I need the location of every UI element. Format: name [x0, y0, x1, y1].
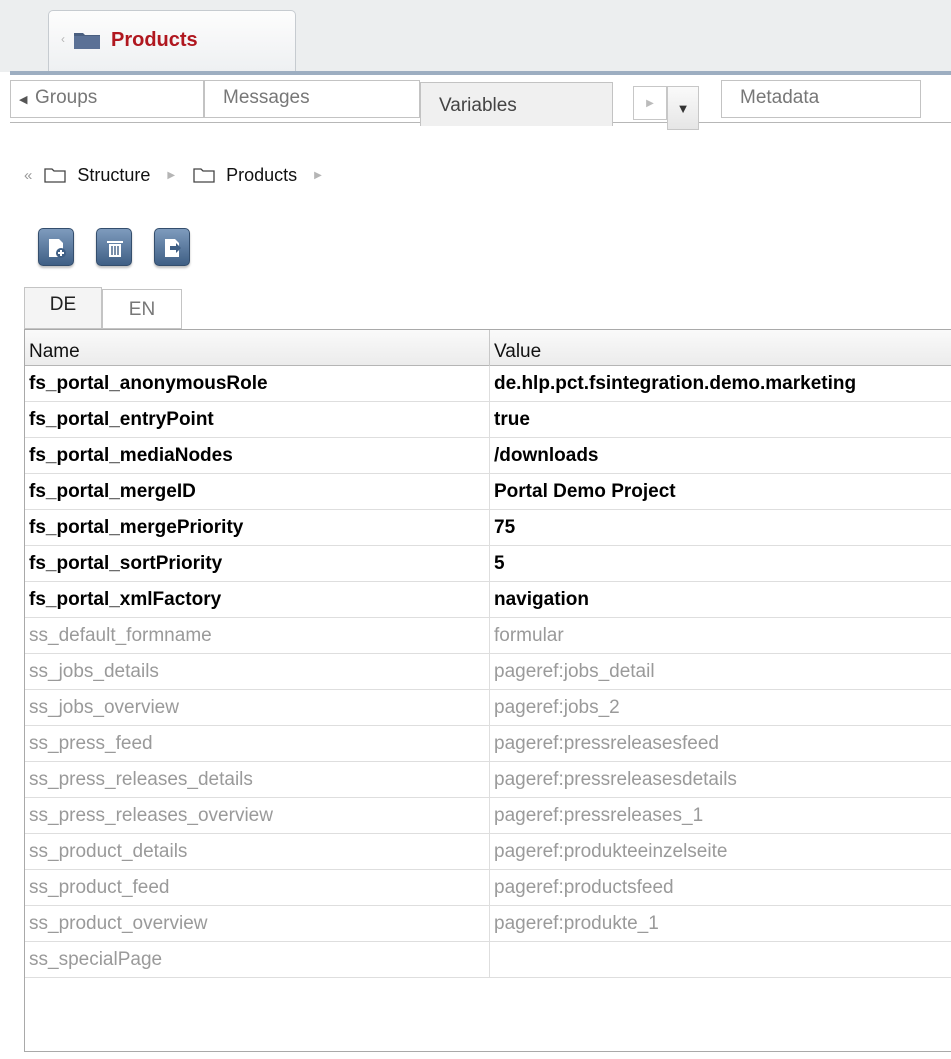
table-row[interactable]: ss_product_overview pageref:produkte_1 [25, 906, 951, 942]
table-row[interactable]: fs_portal_anonymousRole de.hlp.pct.fsinte… [25, 366, 951, 402]
table-row[interactable]: ss_press_releases_details pageref:pressre… [25, 762, 951, 798]
breadcrumb: « Structure ▶ Products ▶ [24, 163, 340, 187]
breadcrumb-separator-icon: ▶ [167, 169, 176, 181]
folder-outline-icon [193, 168, 215, 183]
value-cell[interactable]: pageref:pressreleasesfeed [489, 726, 951, 762]
value-cell[interactable]: 5 [489, 546, 951, 582]
table-row[interactable]: fs_portal_xmlFactory navigation [25, 582, 951, 618]
table-row[interactable]: ss_jobs_details pageref:jobs_detail [25, 654, 951, 690]
delete-icon [107, 241, 123, 257]
tab-messages-label: Messages [223, 87, 310, 108]
double-chevron-left-icon[interactable]: « [24, 167, 32, 184]
tab-groups[interactable]: ◀ Groups [10, 80, 204, 118]
variables-table: Name Value fs_portal_anonymousRole de.hlp… [24, 329, 951, 1052]
name-cell[interactable]: ss_default_formname [25, 618, 489, 654]
name-cell[interactable]: fs_portal_mergeID [25, 474, 489, 510]
secondary-tab-bar: ◀ Groups Messages Variables ▶ ▼ Metadata [10, 76, 951, 132]
tab-scroll-left-icon[interactable]: ‹ [61, 32, 65, 46]
table-row[interactable]: fs_portal_mediaNodes/downloads [25, 438, 951, 474]
table-row[interactable]: ss_jobs_overview pageref:jobs_2 [25, 690, 951, 726]
export-button[interactable] [154, 228, 190, 266]
export-icon [165, 239, 181, 257]
tab-variables-label: Variables [439, 95, 517, 116]
folder-icon [74, 33, 100, 49]
table-row[interactable]: ss_default_formname formular [25, 618, 951, 654]
table-row[interactable]: ss_specialPage [25, 942, 951, 978]
value-cell[interactable]: Portal Demo Project [489, 474, 951, 510]
value-cell[interactable]: formular [489, 618, 951, 654]
tab-messages[interactable]: Messages [204, 80, 420, 118]
name-cell[interactable]: fs_portal_anonymousRole [25, 366, 489, 402]
value-cell[interactable]: pageref:jobs_2 [489, 690, 951, 726]
chevron-down-icon: ▼ [676, 100, 690, 116]
tab-de[interactable]: DE [24, 287, 102, 329]
folder-outline-icon [44, 168, 66, 183]
table-header: Name Value [25, 330, 951, 366]
table-row[interactable]: ss_press_feed pageref:pressreleasesfeed [25, 726, 951, 762]
add-entry-icon [49, 239, 66, 258]
tab-en[interactable]: EN [102, 289, 182, 329]
table-row[interactable]: fs_portal_sortPriority 5 [25, 546, 951, 582]
table-row[interactable]: ss_product_feed pageref:productsfeed [25, 870, 951, 906]
breadcrumb-item-structure[interactable]: Structure [77, 165, 150, 186]
value-cell[interactable]: pageref:jobs_detail [489, 654, 951, 690]
scroll-left-icon[interactable]: ◀ [19, 93, 27, 106]
value-cell[interactable]: pageref:produkteeinzelseite [489, 834, 951, 870]
column-header-name[interactable]: Name [25, 330, 489, 366]
table-body: fs_portal_anonymousRole de.hlp.pct.fsinte… [25, 366, 951, 978]
scroll-right-button[interactable]: ▶ [633, 86, 667, 120]
name-cell[interactable]: ss_jobs_details [25, 654, 489, 690]
value-cell[interactable]: pageref:productsfeed [489, 870, 951, 906]
name-cell[interactable]: ss_jobs_overview [25, 690, 489, 726]
table-row[interactable]: ss_product_details pageref:produkteeinzel… [25, 834, 951, 870]
tab-products[interactable]: ‹ Products [48, 10, 296, 72]
tab-metadata[interactable]: Metadata [721, 80, 921, 118]
tab-en-label: EN [128, 299, 156, 320]
table-row[interactable]: fs_portal_mergeID Portal Demo Project [25, 474, 951, 510]
name-cell[interactable]: ss_product_details [25, 834, 489, 870]
tab-metadata-label: Metadata [740, 87, 820, 108]
name-cell[interactable]: fs_portal_xmlFactory [25, 582, 489, 618]
value-cell[interactable]: pageref:pressreleases_1 [489, 798, 951, 834]
breadcrumb-separator-icon: ▶ [314, 169, 322, 181]
tab-divider [10, 71, 951, 75]
name-cell[interactable]: fs_portal_sortPriority [25, 546, 489, 582]
value-cell[interactable]: de.hlp.pct.fsintegration.demo.marketing [489, 366, 951, 402]
value-cell[interactable]: pageref:pressreleasesdetails [489, 762, 951, 798]
name-cell[interactable]: ss_press_feed [25, 726, 489, 762]
value-cell[interactable]: pageref:produkte_1 [489, 906, 951, 942]
name-cell[interactable]: ss_press_releases_details [25, 762, 489, 798]
name-cell[interactable]: fs_portal_entryPoint [25, 402, 489, 438]
breadcrumb-item-products[interactable]: Products [226, 165, 297, 186]
value-cell[interactable]: 75 [489, 510, 951, 546]
delete-button[interactable] [96, 228, 132, 266]
name-cell[interactable]: fs_portal_mergePriority [25, 510, 489, 546]
table-row[interactable]: fs_portal_entryPoint true [25, 402, 951, 438]
name-cell[interactable]: ss_press_releases_overview [25, 798, 489, 834]
tab-de-label: DE [49, 294, 77, 315]
add-entry-button[interactable] [38, 228, 74, 266]
value-cell[interactable]: true [489, 402, 951, 438]
column-header-value[interactable]: Value [489, 330, 951, 366]
value-cell[interactable]: /downloads [489, 438, 951, 474]
tab-list-dropdown-button[interactable]: ▼ [667, 86, 699, 130]
name-cell[interactable]: fs_portal_mediaNodes [25, 438, 489, 474]
name-cell[interactable]: ss_product_overview [25, 906, 489, 942]
name-cell[interactable]: ss_product_feed [25, 870, 489, 906]
tab-groups-label: Groups [35, 87, 98, 108]
tab-title: Products [111, 29, 198, 51]
tab-variables[interactable]: Variables [420, 82, 613, 126]
value-cell[interactable] [489, 942, 951, 978]
chevron-right-icon: ▶ [646, 97, 654, 109]
table-row[interactable]: ss_press_releases_overview pageref:pressr… [25, 798, 951, 834]
table-row[interactable]: fs_portal_mergePriority 75 [25, 510, 951, 546]
name-cell[interactable]: ss_specialPage [25, 942, 489, 978]
value-cell[interactable]: navigation [489, 582, 951, 618]
